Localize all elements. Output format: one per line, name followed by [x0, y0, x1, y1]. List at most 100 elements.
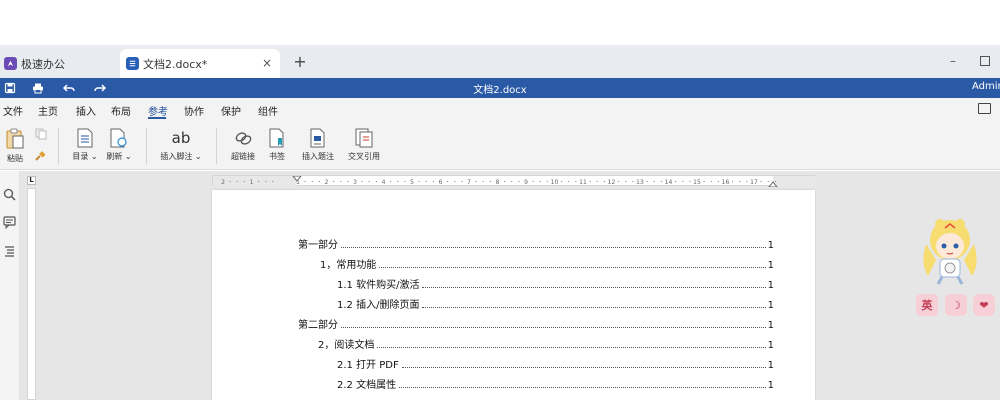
menu-plugins[interactable]: 组件: [258, 103, 278, 118]
ribbon-separator: [146, 128, 147, 164]
copy-icon: [35, 128, 47, 140]
horizontal-ruler[interactable]: 2 1 1 2 3 4 5 6 7 8 9 10 11 12 13 14 15 16 17: [212, 175, 816, 188]
toc-leader: [422, 307, 766, 308]
chevron-down-icon: ⌄: [124, 152, 132, 161]
ruler-tick: [532, 180, 534, 183]
ribbon-separator: [58, 128, 59, 164]
screen-top-blank: [0, 0, 1000, 45]
toc-entry-title: 第二部分: [298, 320, 338, 331]
ruler-tick: [546, 180, 548, 183]
open-location-icon[interactable]: [978, 103, 991, 114]
cross-reference-button[interactable]: 交叉引用: [344, 128, 384, 162]
title-bar: 文档2.docx Adminis: [0, 78, 1000, 98]
ruler-tick-label: 11: [579, 179, 587, 186]
tab-stop-selector[interactable]: L: [27, 176, 36, 185]
copy-button[interactable]: [34, 128, 48, 140]
left-sidebar: [0, 171, 20, 400]
toc-entry[interactable]: 2，阅读文档 1: [318, 336, 774, 351]
toc-entry[interactable]: 1.1 软件购买/激活 1: [337, 276, 774, 291]
toc-button[interactable]: 目录 ⌄: [70, 128, 100, 162]
toc-entry[interactable]: 2.1 打开 PDF 1: [337, 356, 774, 371]
tab-document[interactable]: 文档2.docx* ×: [120, 49, 280, 78]
ruler-tick: [660, 180, 662, 183]
ruler-tick: [625, 180, 627, 183]
insert-footnote-label: 插入脚注: [160, 152, 193, 161]
insert-caption-button[interactable]: 插入题注: [298, 128, 338, 162]
ruler-tick: [390, 180, 392, 183]
ruler-tick-label: 3: [353, 179, 357, 186]
language-toggle-button[interactable]: 英: [916, 294, 938, 316]
menu-references[interactable]: 参考: [148, 103, 168, 118]
moon-icon[interactable]: ☽: [945, 294, 967, 316]
document-page[interactable]: 第一部分 1 1，常用功能 1 1.1 软件购买/激活 1 1.2 插入/删除页面 1 …: [212, 190, 815, 400]
close-tab-icon[interactable]: ×: [260, 56, 274, 70]
ruler-tick: [489, 180, 491, 183]
ruler-tick: [568, 180, 570, 183]
toc-entry[interactable]: 1，常用功能 1: [320, 256, 774, 271]
ruler-tick-label: 16: [722, 179, 730, 186]
ruler-tick-label: 8: [496, 179, 500, 186]
toc-leader: [341, 327, 766, 328]
menu-home[interactable]: 主页: [38, 103, 58, 118]
ruler-tick: [361, 180, 363, 183]
toc-entry-title: 1.1 软件购买/激活: [337, 280, 420, 291]
menu-file[interactable]: 文件: [3, 103, 23, 118]
tab-app-home[interactable]: 极速办公: [0, 49, 118, 78]
document-title: 文档2.docx: [473, 85, 527, 96]
user-name[interactable]: Adminis: [972, 81, 1000, 92]
toc-entry[interactable]: 第二部分 1: [298, 316, 774, 331]
ruler-tick-label: 2: [325, 179, 329, 186]
menu-protect[interactable]: 保护: [221, 103, 241, 118]
insert-footnote-button[interactable]: ab 插入脚注 ⌄: [156, 128, 206, 162]
format-painter-icon: [35, 151, 46, 161]
toc-entry-title: 2，阅读文档: [318, 340, 375, 351]
ruler-tick: [732, 180, 734, 183]
active-menu-indicator: [148, 117, 166, 119]
tab-document-label: 文档2.docx*: [143, 57, 208, 71]
menu-collaborate[interactable]: 协作: [184, 103, 204, 118]
toc-entry[interactable]: 1.2 插入/删除页面 1: [337, 296, 774, 311]
ruler-tick: [236, 180, 238, 183]
toc-entry[interactable]: 2.2 文档属性 1: [337, 376, 774, 391]
bookmark-button[interactable]: 书签: [264, 128, 290, 162]
comment-icon[interactable]: [3, 216, 16, 229]
toc-leader: [422, 287, 766, 288]
toc-label: 目录: [72, 152, 89, 161]
toc-entry-page: 1: [767, 340, 774, 351]
minimize-button[interactable]: –: [946, 54, 960, 68]
ruler-tick: [461, 180, 463, 183]
new-tab-button[interactable]: +: [292, 54, 308, 70]
ruler-tick: [272, 180, 274, 183]
ribbon-separator: [216, 128, 217, 164]
toc-entry-title: 2.2 文档属性: [337, 380, 397, 391]
toc-entry[interactable]: 第一部分 1: [298, 236, 774, 251]
ruler-tick: [447, 180, 449, 183]
vertical-ruler[interactable]: [27, 188, 36, 400]
hyperlink-button[interactable]: 超链接: [226, 128, 260, 162]
assistant-mascot[interactable]: [918, 214, 982, 286]
ruler-tick: [689, 180, 691, 183]
format-painter-button[interactable]: [33, 150, 47, 162]
menu-layout[interactable]: 布局: [111, 103, 131, 118]
maximize-button[interactable]: [980, 56, 990, 66]
menu-insert[interactable]: 插入: [76, 103, 96, 118]
ruler-tick: [404, 180, 406, 183]
heart-icon[interactable]: ❤: [973, 294, 995, 316]
toc-entry-page: 1: [767, 360, 774, 371]
search-icon[interactable]: [3, 188, 16, 201]
ruler-tick: [258, 180, 260, 183]
ruler-tick: [653, 180, 655, 183]
ruler-tick: [596, 180, 598, 183]
refresh-button[interactable]: 刷新 ⌄: [104, 128, 134, 162]
chevron-down-icon: ⌄: [194, 152, 202, 161]
refresh-label: 刷新: [106, 152, 123, 161]
ruler-tick: [703, 180, 705, 183]
paste-button[interactable]: 粘贴: [4, 128, 26, 164]
ruler-tick: [454, 180, 456, 183]
ruler-tick: [511, 180, 513, 183]
ruler-tick: [675, 180, 677, 183]
navigation-icon[interactable]: [3, 245, 16, 258]
ruler-tick: [243, 180, 245, 183]
ruler-tick: [333, 180, 335, 183]
cross-reference-label: 交叉引用: [348, 152, 380, 161]
